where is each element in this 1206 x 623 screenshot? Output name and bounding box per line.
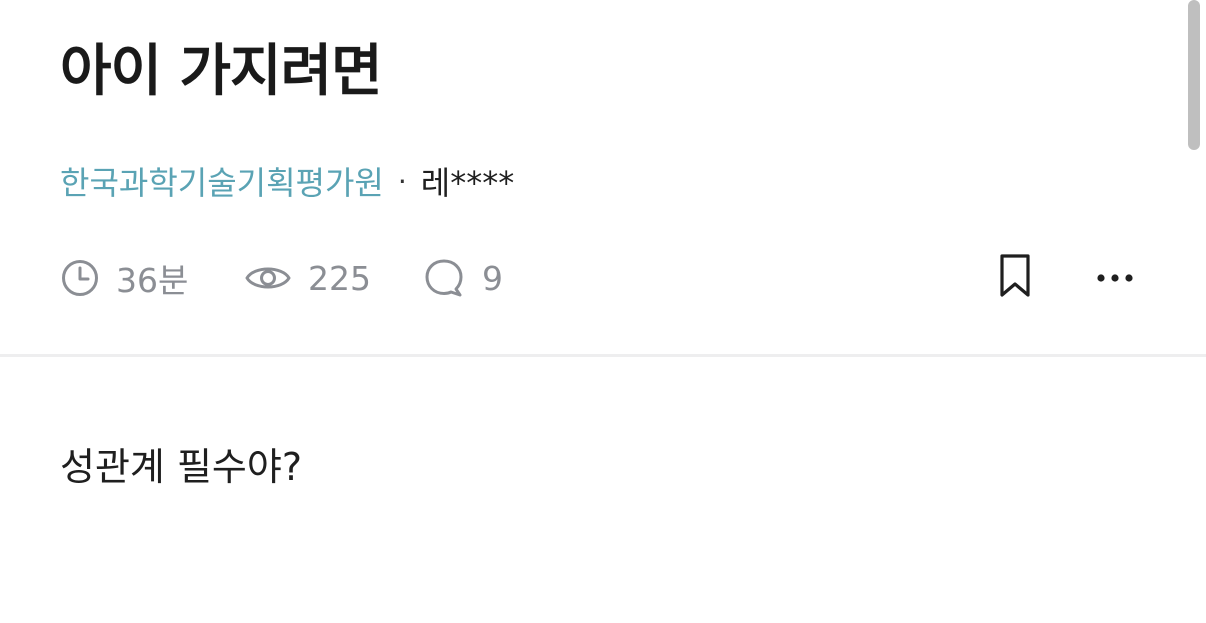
time-stat: 36분: [60, 254, 244, 302]
bookmark-icon: [995, 252, 1035, 304]
post-page: 아이 가지려면 한국과학기술기획평가원 · 레**** 36분 225 9 성관…: [0, 0, 1206, 623]
more-dots-icon: [1095, 269, 1135, 288]
comment-bubble-icon: [422, 256, 466, 300]
post-body: 성관계 필수야?: [60, 445, 303, 489]
time-value: 36분: [116, 261, 189, 300]
byline-separator: ·: [397, 164, 407, 198]
post-actions: [990, 250, 1140, 306]
post-meta: 36분 225 9: [60, 250, 503, 306]
views-stat: 225: [244, 258, 422, 298]
views-value: 225: [308, 258, 371, 298]
bookmark-button[interactable]: [990, 250, 1040, 306]
section-divider: [0, 354, 1206, 357]
eye-icon: [244, 258, 292, 298]
byline: 한국과학기술기획평가원 · 레****: [60, 158, 514, 204]
more-options-button[interactable]: [1090, 250, 1140, 306]
company-link[interactable]: 한국과학기술기획평가원: [60, 158, 384, 204]
comments-stat[interactable]: 9: [422, 256, 503, 300]
comments-value: 9: [482, 258, 503, 298]
scrollbar-thumb[interactable]: [1188, 0, 1200, 150]
author-name: 레****: [420, 164, 515, 202]
post-title: 아이 가지려면: [60, 39, 383, 104]
clock-icon: [60, 258, 100, 298]
